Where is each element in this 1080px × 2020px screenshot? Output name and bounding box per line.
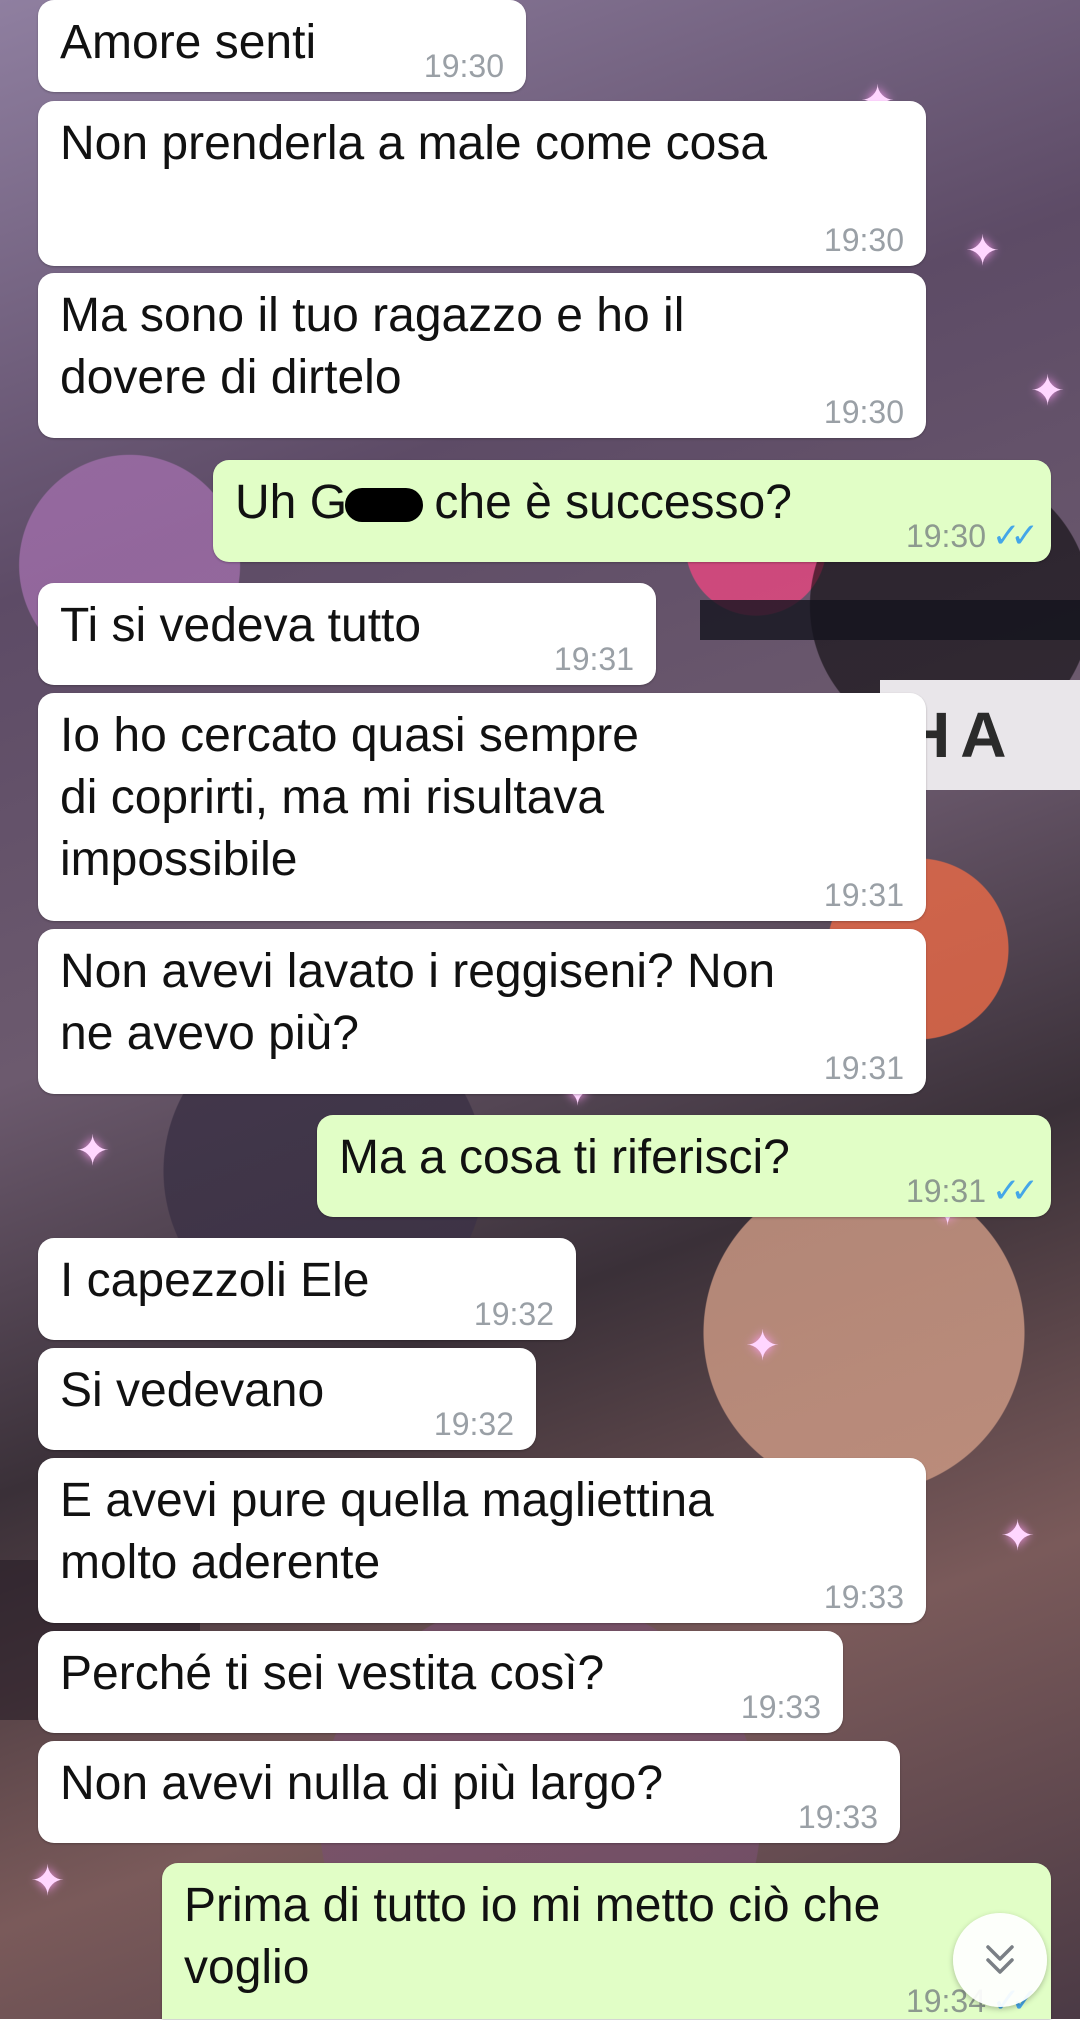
message-meta: 19:30 ✓✓ — [905, 517, 1039, 555]
message-text: E avevi pure quella magliettina molto ad… — [60, 1474, 714, 1589]
message-time: 19:31 — [823, 877, 904, 913]
message-bubble-incoming[interactable]: Si vedevano 19:32 — [38, 1348, 536, 1450]
message-list[interactable]: Amore senti 19:30 Non prenderla a male c… — [0, 0, 1080, 2019]
message-time: 19:32 — [433, 1406, 514, 1442]
message-text: Io ho cercato quasi sempre di coprirti, … — [60, 709, 639, 886]
scroll-to-bottom-button[interactable] — [953, 1913, 1047, 2007]
message-text: Non prenderla a male come cosa — [60, 117, 768, 170]
read-ticks-icon: ✓✓ — [992, 1172, 1039, 1210]
message-meta: 19:31 ✓✓ — [905, 1172, 1039, 1210]
message-bubble-incoming[interactable]: Ma sono il tuo ragazzo e ho il dovere di… — [38, 273, 926, 438]
message-time: 19:33 — [740, 1689, 821, 1725]
message-time: 19:33 — [797, 1799, 878, 1835]
message-bubble-incoming[interactable]: Non avevi nulla di più largo? 19:33 — [38, 1741, 900, 1843]
message-text-part: che è successo? — [421, 476, 792, 529]
message-time: 19:31 — [823, 1050, 904, 1086]
message-bubble-incoming[interactable]: I capezzoli Ele 19:32 — [38, 1238, 576, 1340]
chevron-double-down-icon — [986, 1945, 1014, 1974]
message-bubble-incoming[interactable]: Io ho cercato quasi sempre di coprirti, … — [38, 693, 926, 921]
message-bubble-incoming[interactable]: Perché ti sei vestita così? 19:33 — [38, 1631, 843, 1733]
message-text: Ma sono il tuo ragazzo e ho il dovere di… — [60, 289, 685, 404]
message-bubble-outgoing[interactable]: Prima di tutto io mi metto ciò che vogli… — [162, 1863, 1051, 2019]
message-time: 19:30 — [423, 48, 504, 84]
message-bubble-incoming[interactable]: E avevi pure quella magliettina molto ad… — [38, 1458, 926, 1623]
message-bubble-incoming[interactable]: Non avevi lavato i reggiseni? Non ne ave… — [38, 929, 926, 1094]
message-time: 19:31 — [905, 1173, 987, 1209]
read-ticks-icon: ✓✓ — [992, 517, 1039, 555]
message-time: 19:30 — [823, 222, 904, 258]
message-bubble-incoming[interactable]: Non prenderla a male come cosa 19:30 — [38, 101, 926, 266]
message-bubble-outgoing[interactable]: Ma a cosa ti riferisci? 19:31 ✓✓ — [317, 1115, 1051, 1217]
message-text-part: Uh G — [235, 476, 348, 529]
message-text: Non avevi lavato i reggiseni? Non ne ave… — [60, 945, 776, 1060]
message-text: Prima di tutto io mi metto ciò che vogli… — [184, 1879, 881, 1994]
message-time: 19:30 — [905, 518, 987, 554]
message-text: Perché ti sei vestita così? — [60, 1647, 605, 1700]
redaction-mark — [345, 488, 424, 523]
message-bubble-outgoing[interactable]: Uh G che è successo? 19:30 ✓✓ — [213, 460, 1051, 562]
message-bubble-incoming[interactable]: Ti si vedeva tutto 19:31 — [38, 583, 656, 685]
message-time: 19:33 — [823, 1579, 904, 1615]
message-time: 19:32 — [473, 1296, 554, 1332]
message-time: 19:30 — [823, 394, 904, 430]
message-time: 19:31 — [553, 641, 634, 677]
message-text: Ti si vedeva tutto — [60, 599, 422, 652]
message-bubble-incoming[interactable]: Amore senti 19:30 — [38, 0, 526, 92]
message-text: Non avevi nulla di più largo? — [60, 1757, 664, 1810]
